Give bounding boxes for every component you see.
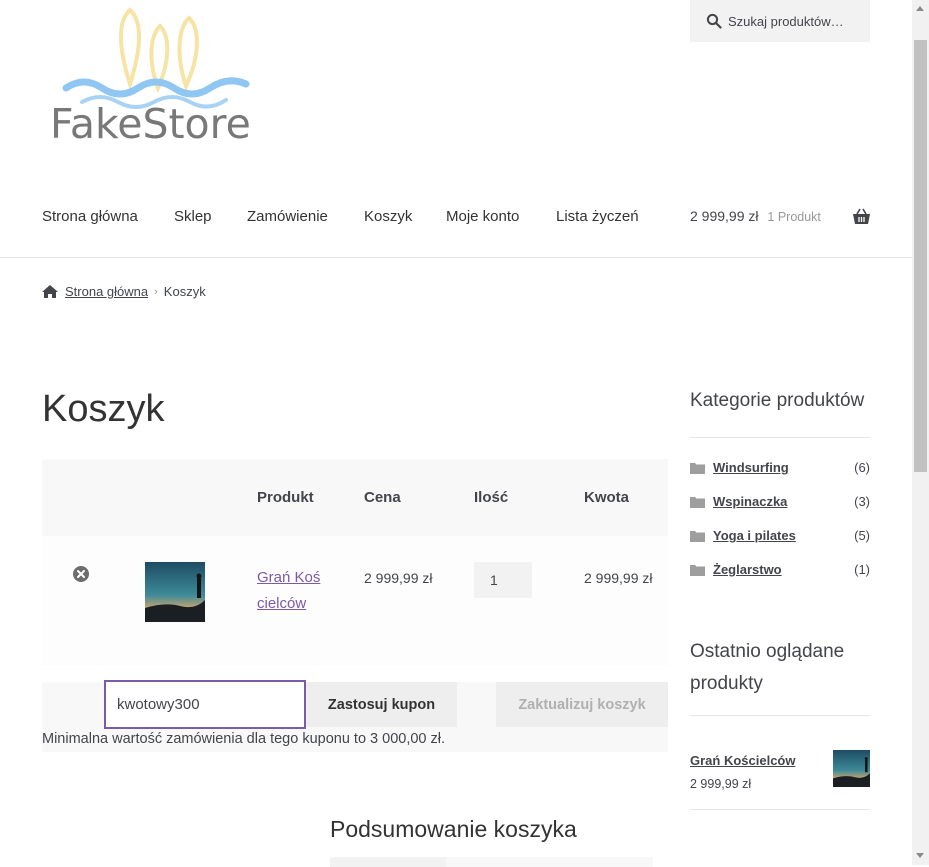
header-divider [0, 257, 912, 258]
quantity-input[interactable] [474, 562, 532, 598]
breadcrumb-separator-icon: › [154, 285, 158, 298]
mini-cart-amount: 2 999,99 zł [690, 208, 759, 224]
header-subtotal: Kwota [584, 489, 629, 506]
scroll-up-arrow-icon[interactable] [916, 6, 924, 11]
category-link-windsurfing[interactable]: Windsurfing [713, 460, 789, 475]
nav-item-order[interactable]: Zamówienie [247, 208, 328, 225]
category-count: (6) [854, 460, 870, 475]
recent-product-link[interactable]: Grań Kościelców [690, 753, 795, 768]
scrollbar-thumb[interactable] [914, 40, 927, 472]
breadcrumb-current: Koszyk [163, 284, 206, 299]
coupon-error-message: Minimalna wartość zamówienia dla tego ku… [42, 731, 446, 747]
folder-icon [690, 565, 705, 576]
category-link-sailing[interactable]: Żeglarstwo [713, 562, 782, 577]
recent-product-thumbnail[interactable] [833, 750, 870, 787]
nav-item-cart[interactable]: Koszyk [364, 208, 412, 225]
category-item: Wspinaczka (3) [690, 494, 870, 512]
category-item: Yoga i pilates (5) [690, 528, 870, 546]
product-name-link[interactable]: Grań Kościelców [257, 565, 327, 617]
recent-divider [690, 715, 870, 716]
recent-product-price: 2 999,99 zł [690, 777, 752, 791]
folder-icon [690, 531, 705, 542]
home-icon [42, 285, 58, 298]
category-count: (3) [854, 494, 870, 509]
search-icon [706, 13, 722, 29]
category-item: Żeglarstwo (1) [690, 562, 870, 580]
mini-cart[interactable]: 2 999,99 zł 1 Produkt [690, 208, 821, 224]
category-count: (1) [854, 562, 870, 577]
nav-item-wishlist[interactable]: Lista życzeń [556, 208, 639, 225]
breadcrumb-home-link[interactable]: Strona główna [65, 284, 148, 299]
folder-icon [690, 497, 705, 508]
cart-table-header [42, 459, 668, 536]
totals-label-cell [330, 857, 446, 867]
recent-bottom-divider [690, 809, 870, 810]
cart-totals-table [330, 857, 653, 867]
product-subtotal: 2 999,99 zł [584, 570, 653, 586]
recently-viewed-title: Ostatnio oglądane produkty [690, 641, 845, 694]
nav-item-account[interactable]: Moje konto [446, 208, 519, 225]
header-price: Cena [364, 489, 401, 506]
nav-item-home[interactable]: Strona główna [42, 208, 138, 225]
apply-coupon-button[interactable]: Zastosuj kupon [306, 682, 457, 727]
breadcrumb: Strona główna › Koszyk [42, 284, 206, 299]
mini-cart-count: 1 Produkt [767, 210, 821, 224]
product-thumbnail[interactable] [145, 562, 205, 622]
scroll-down-arrow-icon[interactable] [916, 853, 924, 858]
header-quantity: Ilość [474, 489, 509, 506]
category-item: Windsurfing (6) [690, 460, 870, 478]
folder-icon [690, 463, 705, 474]
logo-text: FakeStore [50, 100, 251, 148]
coupon-code-input[interactable] [104, 680, 306, 729]
basket-icon[interactable] [852, 208, 871, 225]
cart-item-row [42, 536, 668, 666]
category-link-climbing[interactable]: Wspinaczka [713, 494, 787, 509]
search-input[interactable] [728, 13, 858, 29]
categories-title: Kategorie produktów [690, 390, 865, 411]
product-price: 2 999,99 zł [364, 570, 433, 586]
product-search[interactable] [690, 0, 870, 42]
category-link-yoga[interactable]: Yoga i pilates [713, 528, 796, 543]
remove-item-icon[interactable] [73, 566, 89, 582]
categories-divider [690, 437, 870, 438]
page-title: Koszyk [42, 388, 165, 430]
update-cart-button[interactable]: Zaktualizuj koszyk [496, 682, 668, 727]
cart-totals-title: Podsumowanie koszyka [330, 816, 577, 842]
nav-item-shop[interactable]: Sklep [174, 208, 212, 225]
header-product: Produkt [257, 489, 314, 506]
category-count: (5) [854, 528, 870, 543]
